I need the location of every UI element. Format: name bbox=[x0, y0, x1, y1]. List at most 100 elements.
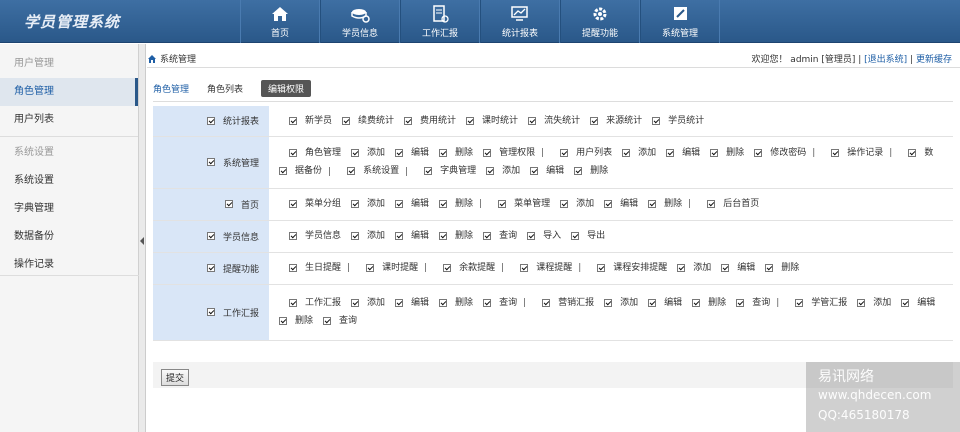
permission-checkbox[interactable] bbox=[754, 148, 763, 157]
permission-checkbox[interactable] bbox=[351, 231, 360, 240]
permission-checkbox[interactable] bbox=[527, 231, 536, 240]
category-checkbox[interactable] bbox=[206, 232, 215, 240]
group-separator: | bbox=[578, 263, 582, 274]
permission-checkbox[interactable] bbox=[648, 298, 657, 307]
sidebar-item-dictionary[interactable]: 字典管理 bbox=[0, 195, 138, 223]
permission-checkbox[interactable] bbox=[342, 116, 351, 125]
permission-checkbox[interactable] bbox=[677, 263, 686, 272]
category-checkbox[interactable] bbox=[224, 200, 233, 208]
permission-checkbox[interactable] bbox=[289, 199, 297, 208]
permission-checkbox[interactable] bbox=[289, 148, 297, 157]
permission-checkbox[interactable] bbox=[765, 263, 774, 272]
permission-checkbox[interactable] bbox=[710, 148, 719, 157]
welcome-text: 欢迎您！ admin [管理员] bbox=[751, 55, 856, 65]
permission-checkbox[interactable] bbox=[692, 298, 701, 307]
permission-checkbox[interactable] bbox=[560, 148, 569, 157]
sidebar-item-system-settings[interactable]: 系统设置 bbox=[0, 167, 138, 195]
permission-checkbox[interactable] bbox=[666, 148, 675, 157]
permission-checkbox[interactable] bbox=[424, 167, 433, 175]
category-checkbox[interactable] bbox=[206, 158, 215, 166]
tab-role-list[interactable]: 角色列表 bbox=[207, 80, 243, 97]
permission-items: 菜单分组 添加 编辑 删除 | 菜单管理 添加 编辑 删除 | 后台首页 bbox=[269, 188, 953, 221]
permission-checkbox[interactable] bbox=[571, 231, 580, 240]
permission-label: 删除 bbox=[781, 262, 800, 273]
permission-checkbox[interactable] bbox=[279, 317, 287, 325]
permission-checkbox[interactable] bbox=[528, 116, 537, 125]
permission-checkbox[interactable] bbox=[574, 167, 583, 175]
watermark-url: www.qhdecen.com bbox=[818, 388, 932, 402]
permission-line: 菜单分组 添加 编辑 删除 | 菜单管理 添加 编辑 删除 | 后台首页 bbox=[279, 195, 947, 214]
refresh-cache-link[interactable]: 更新缓存 bbox=[916, 55, 952, 65]
sidebar-item-user-list[interactable]: 用户列表 bbox=[0, 106, 138, 134]
permission-checkbox[interactable] bbox=[395, 231, 404, 240]
permission-checkbox[interactable] bbox=[395, 199, 404, 208]
nav-label: 统计报表 bbox=[501, 29, 538, 39]
top-nav: 首页 学员信息 工作汇报 统计报表 提醒功能 系统管理 bbox=[240, 0, 720, 43]
category-checkbox[interactable] bbox=[206, 116, 215, 125]
permission-checkbox[interactable] bbox=[483, 298, 492, 307]
permission-checkbox[interactable] bbox=[560, 199, 569, 208]
permission-label: 新学员 bbox=[305, 115, 333, 126]
permission-checkbox[interactable] bbox=[590, 116, 599, 125]
permission-checkbox[interactable] bbox=[831, 148, 840, 157]
submit-button[interactable]: 提交 bbox=[161, 369, 190, 386]
sidebar-item-role[interactable]: 角色管理 bbox=[0, 78, 138, 106]
permission-checkbox[interactable] bbox=[395, 298, 404, 307]
category-checkbox[interactable] bbox=[206, 264, 215, 272]
permission-checkbox[interactable] bbox=[395, 148, 404, 157]
permission-checkbox[interactable] bbox=[736, 298, 745, 307]
permission-checkbox[interactable] bbox=[351, 298, 360, 307]
permission-checkbox[interactable] bbox=[351, 199, 360, 208]
permission-checkbox[interactable] bbox=[721, 263, 730, 272]
permission-checkbox[interactable] bbox=[604, 298, 613, 307]
permission-checkbox[interactable] bbox=[439, 298, 448, 307]
nav-statistics[interactable]: 统计报表 bbox=[480, 0, 560, 43]
permission-checkbox[interactable] bbox=[908, 148, 917, 157]
permission-checkbox[interactable] bbox=[498, 199, 507, 208]
logout-link[interactable]: [退出系统] bbox=[864, 55, 907, 65]
permission-checkbox[interactable] bbox=[707, 199, 716, 208]
permission-checkbox[interactable] bbox=[289, 231, 297, 240]
permission-checkbox[interactable] bbox=[366, 263, 375, 272]
nav-reminder[interactable]: 提醒功能 bbox=[560, 0, 640, 43]
permission-checkbox[interactable] bbox=[289, 263, 297, 272]
permission-checkbox[interactable] bbox=[604, 199, 613, 208]
permission-checkbox[interactable] bbox=[439, 199, 448, 208]
tab-edit-permission[interactable]: 编辑权限 bbox=[261, 79, 312, 97]
permission-checkbox[interactable] bbox=[351, 148, 360, 157]
permission-checkbox[interactable] bbox=[901, 298, 910, 307]
permission-checkbox[interactable] bbox=[443, 263, 452, 272]
permission-checkbox[interactable] bbox=[795, 298, 804, 307]
collapse-arrow-icon[interactable] bbox=[140, 237, 144, 245]
permission-checkbox[interactable] bbox=[530, 167, 539, 175]
nav-student-info[interactable]: 学员信息 bbox=[320, 0, 400, 43]
permission-checkbox[interactable] bbox=[483, 231, 492, 240]
permission-checkbox[interactable] bbox=[466, 116, 475, 125]
nav-system[interactable]: 系统管理 bbox=[640, 0, 720, 43]
permission-checkbox[interactable] bbox=[347, 167, 356, 175]
permission-checkbox[interactable] bbox=[289, 298, 297, 307]
permission-checkbox[interactable] bbox=[486, 167, 495, 175]
permission-label: 据备份 bbox=[295, 166, 323, 176]
permission-checkbox[interactable] bbox=[857, 298, 866, 307]
permission-checkbox[interactable] bbox=[323, 317, 332, 325]
permission-checkbox[interactable] bbox=[483, 148, 492, 157]
permission-checkbox[interactable] bbox=[289, 116, 297, 125]
sidebar-item-backup[interactable]: 数据备份 bbox=[0, 223, 138, 251]
permission-checkbox[interactable] bbox=[404, 116, 413, 125]
nav-home[interactable]: 首页 bbox=[240, 0, 320, 43]
permission-items: 角色管理 添加 编辑 删除 管理权限 | 用户列表 添加 编辑 删除 修改密码 | 操作记录 | 数据备份 |… bbox=[269, 136, 953, 189]
permission-checkbox[interactable] bbox=[648, 199, 657, 208]
nav-work-report[interactable]: 工作汇报 bbox=[400, 0, 480, 43]
tab-role-manage[interactable]: 角色管理 bbox=[153, 80, 189, 97]
category-checkbox[interactable] bbox=[206, 308, 215, 316]
permission-checkbox[interactable] bbox=[279, 167, 287, 175]
permission-checkbox[interactable] bbox=[439, 231, 448, 240]
permission-checkbox[interactable] bbox=[439, 148, 448, 157]
permission-checkbox[interactable] bbox=[622, 148, 631, 157]
permission-checkbox[interactable] bbox=[520, 263, 529, 272]
permission-checkbox[interactable] bbox=[542, 298, 551, 307]
permission-checkbox[interactable] bbox=[652, 116, 661, 125]
permission-label: 添加 bbox=[576, 198, 595, 209]
permission-checkbox[interactable] bbox=[597, 263, 606, 272]
